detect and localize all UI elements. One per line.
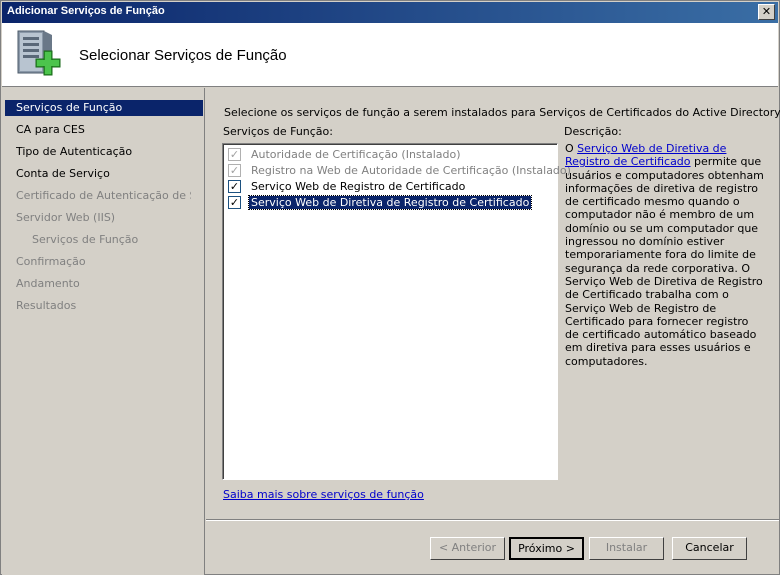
install-button[interactable]: Instalar [589, 537, 664, 560]
role-services-list[interactable]: ✓ Autoridade de Certificação (Instalado)… [222, 143, 571, 480]
learn-more-link[interactable]: Saiba mais sobre serviços de função [223, 488, 424, 501]
title-bar[interactable]: Adicionar Serviços de Função ✕ [2, 2, 778, 23]
window-title: Adicionar Serviços de Função [7, 5, 165, 17]
close-icon: ✕ [761, 5, 772, 18]
step-ca-para-ces[interactable]: CA para CES [16, 123, 191, 136]
services-list-label: Serviços de Função: [223, 125, 333, 138]
wizard-steps: Serviços de Função CA para CES Tipo de A… [2, 88, 205, 575]
back-button[interactable]: < Anterior [430, 537, 505, 560]
wizard-header: Selecionar Serviços de Função [2, 23, 778, 87]
button-bar: < Anterior Próximo > Instalar Cancelar [206, 519, 779, 575]
step-resultados: Resultados [16, 299, 77, 312]
step-certificado-de-autenticacao: Certificado de Autenticação de S... [16, 189, 191, 202]
wizard-window: Adicionar Serviços de Função ✕ Seleciona… [0, 0, 780, 575]
step-confirmacao: Confirmação [16, 255, 86, 268]
service-label: Autoridade de Certificação (Instalado) [251, 148, 461, 161]
step-servicos-de-funcao[interactable]: Serviços de Função [5, 100, 203, 116]
description-prefix: O [565, 142, 578, 155]
checkbox-checked-disabled: ✓ [228, 148, 241, 161]
service-label[interactable]: Serviço Web de Diretiva de Registro de C… [247, 195, 533, 210]
step-andamento: Andamento [16, 277, 80, 290]
checkbox-checked-disabled: ✓ [228, 164, 241, 177]
instruction-text: Selecione os serviços de função a serem … [224, 106, 780, 119]
wizard-content: Selecione os serviços de função a serem … [206, 88, 780, 518]
step-conta-de-servico[interactable]: Conta de Serviço [16, 167, 191, 180]
description-label: Descrição: [564, 125, 622, 138]
cancel-button[interactable]: Cancelar [672, 537, 747, 560]
description-text: O Serviço Web de Diretiva de Registro de… [565, 142, 765, 368]
service-label: Registro na Web de Autoridade de Certifi… [251, 164, 571, 177]
step-tipo-de-autenticacao[interactable]: Tipo de Autenticação [16, 145, 191, 158]
next-button[interactable]: Próximo > [509, 537, 584, 560]
close-button[interactable]: ✕ [758, 4, 775, 20]
checkbox-diretiva-registro[interactable]: ✓ [228, 196, 241, 209]
step-servidor-web-servicos-de-funcao: Serviços de Função [32, 233, 139, 246]
step-servidor-web: Servidor Web (IIS) [16, 211, 116, 224]
checkbox-registro-certificado[interactable]: ✓ [228, 180, 241, 193]
server-add-icon [17, 30, 61, 76]
description-body: permite que usuários e computadores obte… [565, 155, 764, 368]
service-label[interactable]: Serviço Web de Registro de Certificado [249, 180, 467, 193]
page-title: Selecionar Serviços de Função [79, 47, 287, 64]
